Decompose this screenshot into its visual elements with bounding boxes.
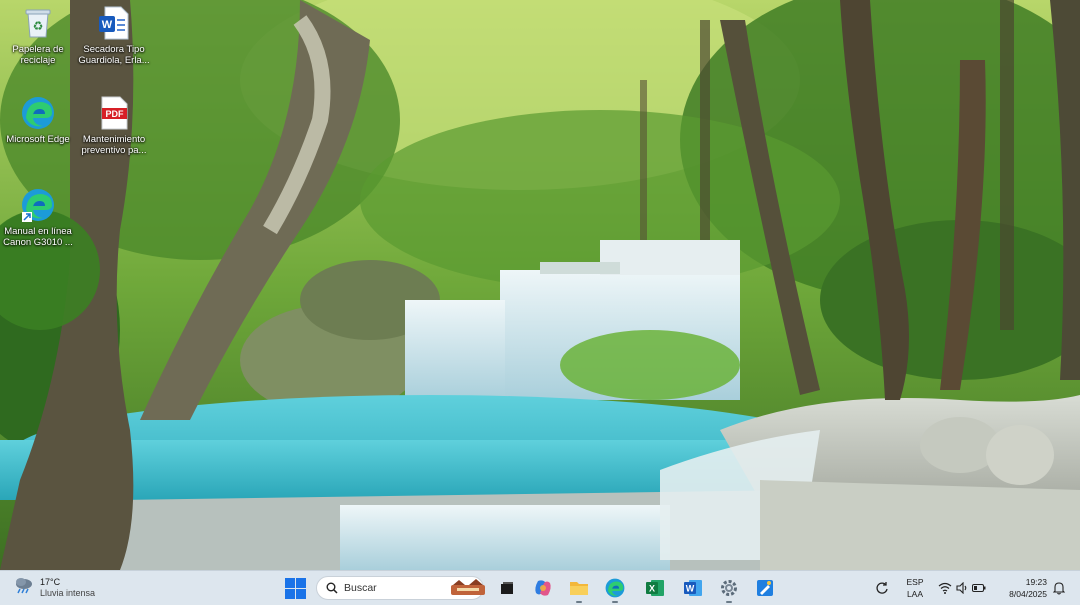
battery-icon [972, 583, 986, 593]
running-indicator [576, 601, 582, 603]
taskbar: 17°C Lluvia intensa Buscar X W ESP LAA 1… [0, 570, 1080, 605]
edge-icon [605, 578, 625, 598]
settings-button[interactable] [717, 576, 741, 603]
windows-logo-icon [285, 578, 306, 599]
search-icon [326, 582, 338, 594]
paint-icon [757, 580, 773, 596]
clock-time: 19:23 [1025, 577, 1047, 587]
weather-widget[interactable]: 17°C Lluvia intensa [14, 576, 95, 599]
taskbar-search-box[interactable]: Buscar [316, 576, 487, 600]
svg-text:X: X [649, 584, 655, 594]
svg-text:♻: ♻ [33, 19, 44, 33]
search-highlight-image [449, 579, 487, 597]
desktop-icon-label: Microsoft Edge [6, 134, 70, 145]
excel-button[interactable]: X [643, 576, 667, 600]
desktop-icon-word-document[interactable]: W Secadora Tipo Guardiola, Erla... [77, 6, 151, 66]
running-indicator [612, 601, 618, 603]
desktop-icon-recycle-bin[interactable]: ♻ Papelera de reciclaje [1, 6, 75, 66]
start-button[interactable] [285, 578, 306, 599]
wifi-icon [938, 582, 952, 594]
word-icon: W [684, 580, 702, 596]
desktop-wallpaper [0, 0, 1080, 570]
waterfall-forest-scene [0, 0, 1080, 570]
weather-text: 17°C Lluvia intensa [40, 577, 95, 599]
sync-icon [876, 582, 888, 594]
task-view-icon [501, 582, 513, 594]
task-view-button[interactable] [495, 576, 519, 600]
desktop-icon-pdf-document[interactable]: PDF Mantenimiento preventivo pa... [77, 96, 151, 156]
copilot-icon [535, 580, 551, 596]
taskbar-clock[interactable]: 19:23 8/04/2025 [1000, 576, 1047, 600]
weather-condition: Lluvia intensa [40, 587, 96, 598]
paint-button[interactable] [753, 576, 777, 600]
svg-text:PDF: PDF [106, 109, 125, 119]
tray-update-button[interactable] [873, 576, 891, 600]
excel-icon: X [646, 580, 664, 596]
volume-icon [956, 582, 968, 594]
edge-taskbar-button[interactable] [603, 576, 627, 603]
running-indicator [726, 601, 732, 603]
recycle-bin-icon: ♻ [21, 6, 55, 40]
desktop-icon-microsoft-edge[interactable]: Microsoft Edge [1, 96, 75, 145]
pdf-document-icon: PDF [97, 96, 131, 130]
notifications-button[interactable] [1051, 576, 1067, 600]
svg-text:W: W [102, 19, 113, 31]
desktop-icon-label: Mantenimiento preventivo pa... [81, 134, 147, 156]
language-code: ESP [906, 577, 924, 587]
input-language-indicator[interactable]: ESP LAA [901, 576, 929, 600]
desktop-icon-canon-manual[interactable]: Manual en línea Canon G3010 ... [1, 188, 75, 248]
edge-icon [21, 188, 55, 222]
svg-text:W: W [686, 584, 695, 594]
gear-icon [721, 580, 737, 596]
weather-icon [14, 576, 34, 599]
desktop-icon-label: Papelera de reciclaje [12, 44, 64, 66]
word-button[interactable]: W [681, 576, 705, 600]
bell-icon [1053, 581, 1065, 595]
file-explorer-icon [570, 582, 588, 595]
weather-temperature: 17°C [40, 576, 61, 587]
desktop-icon-label: Secadora Tipo Guardiola, Erla... [78, 44, 150, 66]
desktop-icon-label: Manual en línea Canon G3010 ... [3, 226, 73, 248]
edge-icon [21, 96, 55, 130]
search-placeholder: Buscar [344, 582, 377, 594]
quick-settings-button[interactable] [936, 576, 988, 600]
word-document-icon: W [97, 6, 131, 40]
keyboard-layout: LAA [906, 589, 924, 599]
file-explorer-button[interactable] [567, 576, 591, 603]
copilot-button[interactable] [531, 576, 555, 600]
clock-date: 8/04/2025 [1009, 589, 1047, 599]
